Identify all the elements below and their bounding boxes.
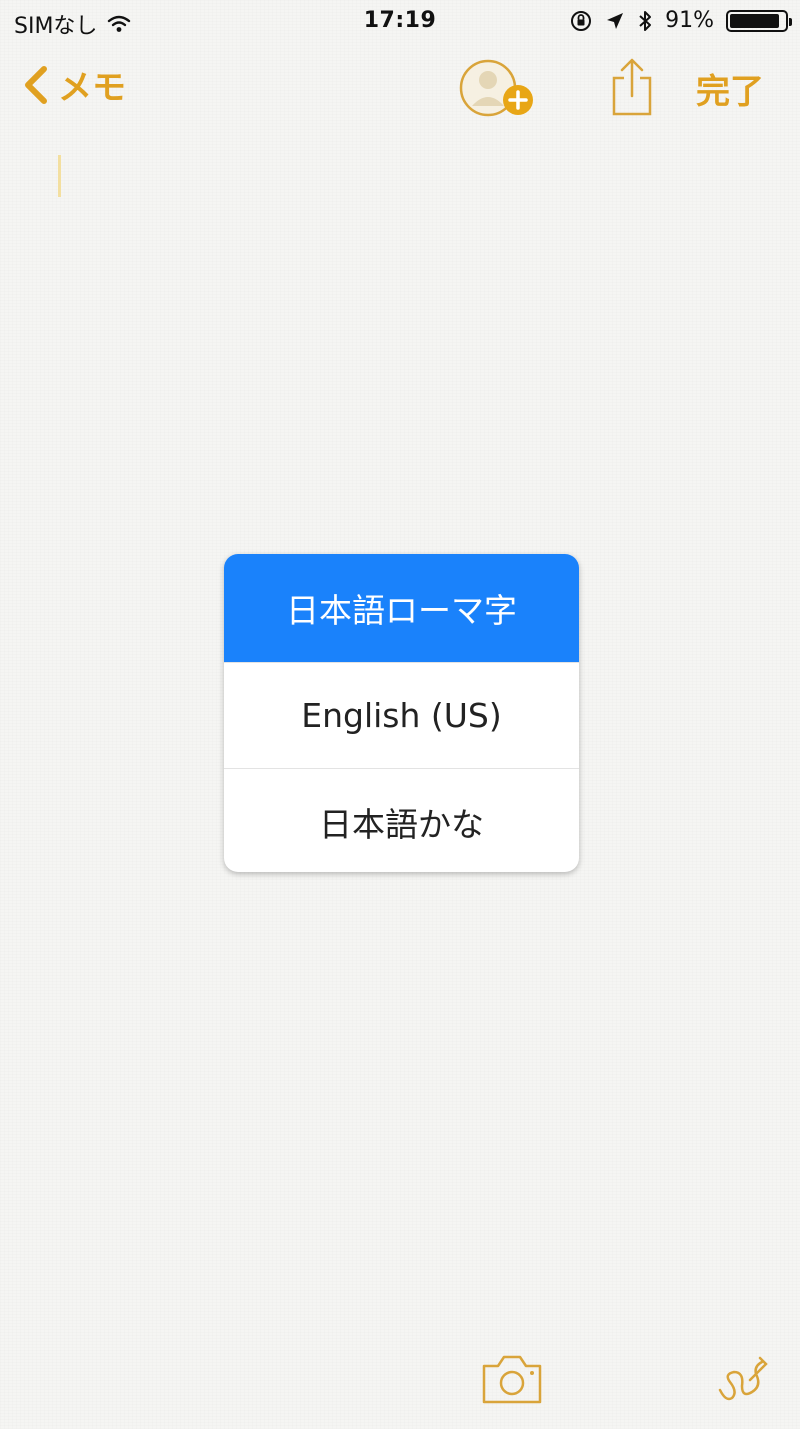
battery-fill [730, 13, 780, 28]
language-option-english-us[interactable]: English (US) [224, 662, 579, 768]
orientation-lock-icon [571, 10, 592, 31]
bluetooth-icon [639, 10, 652, 31]
battery-icon [726, 9, 792, 32]
battery-percent: 91% [665, 8, 714, 33]
chevron-left-icon [25, 65, 47, 104]
sketch-pen-icon[interactable] [716, 1352, 770, 1408]
back-button[interactable]: メモ [22, 60, 126, 109]
text-cursor [58, 155, 61, 197]
status-bar: SIMなし 17:19 91% [0, 0, 800, 44]
share-icon[interactable] [608, 56, 656, 118]
language-option-japanese-kana[interactable]: 日本語かな [224, 768, 579, 872]
done-button[interactable]: 完了 [696, 64, 764, 113]
back-label: メモ [58, 68, 126, 108]
add-person-icon[interactable] [458, 58, 538, 120]
language-switcher-popup: 日本語ローマ字 English (US) 日本語かな [224, 554, 579, 872]
language-option-japanese-romaji[interactable]: 日本語ローマ字 [224, 554, 579, 662]
camera-icon[interactable] [480, 1352, 544, 1406]
location-arrow-icon [607, 12, 624, 29]
status-right: 91% [569, 8, 792, 33]
